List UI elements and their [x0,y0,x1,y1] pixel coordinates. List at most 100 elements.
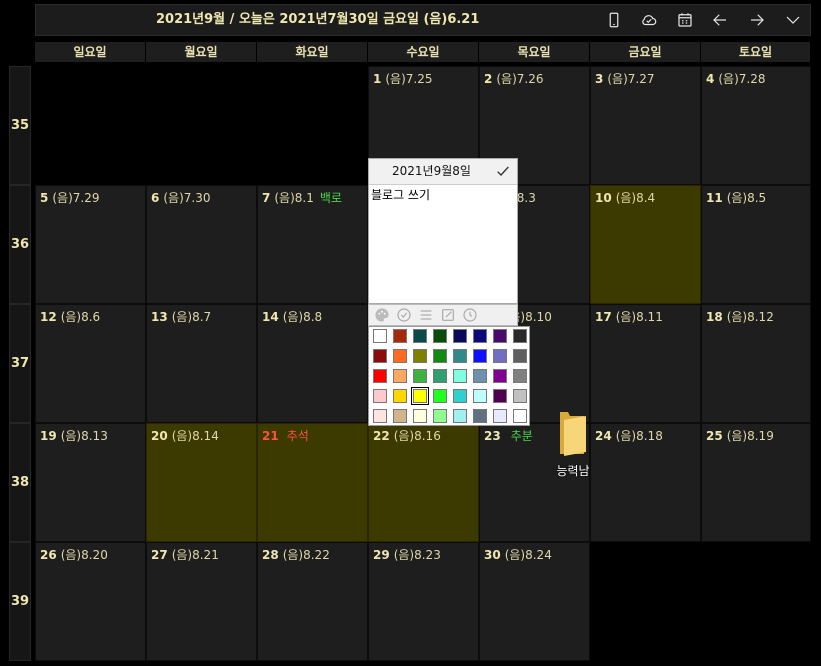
calendar-icon[interactable] [673,8,697,32]
lunar-date: (음)8.24 [504,548,552,562]
day-number: 27 [151,548,168,562]
day-cell[interactable]: 6 (음)7.30 [146,185,257,304]
chevron-down-icon[interactable] [781,8,805,32]
list-icon[interactable] [417,306,435,324]
day-cell[interactable]: 10 (음)8.4 [590,185,701,304]
day-cell[interactable]: 19 (음)8.13 [35,423,146,542]
day-cell[interactable]: 24 (음)8.18 [590,423,701,542]
lunar-date: (음)8.14 [171,429,219,443]
top-bar: 2021년9월 / 오늘은 2021년7월30일 금요일 (음)6.21 [35,4,811,36]
color-swatch[interactable] [493,409,507,423]
color-swatch[interactable] [473,409,487,423]
lunar-date: (음)8.21 [171,548,219,562]
color-swatch[interactable] [373,369,387,383]
color-swatch[interactable] [413,349,427,363]
day-label: 7 (음)8.1 백로 [262,189,342,206]
day-label: 24 (음)8.18 [595,427,663,444]
color-swatch[interactable] [453,349,467,363]
palette-icon[interactable] [373,306,391,324]
day-label: 27 (음)8.21 [151,546,219,563]
color-swatch[interactable] [413,369,427,383]
color-swatch[interactable] [513,349,527,363]
color-swatch[interactable] [493,389,507,403]
day-cell[interactable]: 17 (음)8.11 [590,304,701,423]
color-swatch[interactable] [473,329,487,343]
color-swatch[interactable] [433,349,447,363]
color-swatch[interactable] [433,389,447,403]
arrow-right-icon[interactable] [745,8,769,32]
check-circle-icon[interactable] [395,306,413,324]
day-cell[interactable]: 29 (음)8.23 [368,542,479,661]
day-cell[interactable]: 11 (음)8.5 [701,185,811,304]
color-swatch[interactable] [411,387,429,405]
color-swatch[interactable] [453,329,467,343]
color-swatch[interactable] [453,369,467,383]
color-swatch[interactable] [453,389,467,403]
desktop-folder[interactable]: 능력남 [552,410,594,480]
color-swatch[interactable] [433,329,447,343]
color-swatch[interactable] [413,409,427,423]
day-number: 26 [40,548,57,562]
day-label: 23 추분 [484,427,533,444]
day-cell[interactable]: 18 (음)8.12 [701,304,811,423]
weekday-1: 월요일 [146,42,257,62]
color-swatch[interactable] [473,369,487,383]
day-cell[interactable]: 12 (음)8.6 [35,304,146,423]
color-swatch[interactable] [513,369,527,383]
color-swatch[interactable] [393,369,407,383]
color-swatch[interactable] [513,329,527,343]
color-swatch[interactable] [393,409,407,423]
day-cell[interactable]: 20 (음)8.14 [146,423,257,542]
lunar-date: (음)8.6 [60,310,101,324]
lunar-date: (음)7.27 [607,72,655,86]
day-cell[interactable]: 4 (음)7.28 [701,66,811,185]
color-swatch[interactable] [373,349,387,363]
confirm-check-icon[interactable] [495,163,513,181]
day-cell[interactable]: 14 (음)8.8 [257,304,368,423]
color-swatch[interactable] [433,409,447,423]
edit-icon[interactable] [439,306,457,324]
color-swatch[interactable] [473,349,487,363]
phone-icon[interactable] [602,8,626,32]
day-number: 23 [484,429,501,443]
color-swatch[interactable] [393,329,407,343]
weekday-5: 금요일 [590,42,701,62]
day-cell[interactable]: 30 (음)8.24 [479,542,590,661]
cloud-sync-icon[interactable] [637,8,661,32]
folder-icon [560,412,586,456]
color-swatch[interactable] [453,409,467,423]
color-swatch[interactable] [513,389,527,403]
day-cell[interactable]: 25 (음)8.19 [701,423,811,542]
day-number: 1 [373,72,382,86]
day-cell[interactable]: 21 추석 [257,423,368,542]
day-cell[interactable]: 22 (음)8.16 [368,423,479,542]
color-swatch[interactable] [373,329,387,343]
weekday-4: 목요일 [479,42,590,62]
event-label: 백로 [319,191,342,205]
day-cell[interactable]: 26 (음)8.20 [35,542,146,661]
day-cell[interactable]: 13 (음)8.7 [146,304,257,423]
day-cell[interactable]: 27 (음)8.21 [146,542,257,661]
color-swatch[interactable] [513,409,527,423]
color-swatch[interactable] [393,349,407,363]
day-label: 12 (음)8.6 [40,308,100,325]
day-cell[interactable]: 28 (음)8.22 [257,542,368,661]
day-cell[interactable]: 3 (음)7.27 [590,66,701,185]
color-swatch[interactable] [493,329,507,343]
color-swatch[interactable] [473,389,487,403]
clock-icon[interactable] [461,306,479,324]
day-label: 4 (음)7.28 [706,70,765,87]
day-cell[interactable]: 5 (음)7.29 [35,185,146,304]
color-swatch[interactable] [433,369,447,383]
arrow-left-icon[interactable] [708,8,732,32]
color-swatch[interactable] [413,329,427,343]
color-swatch[interactable] [493,349,507,363]
day-cell[interactable]: 7 (음)8.1 백로 [257,185,368,304]
color-swatch[interactable] [493,369,507,383]
color-swatch[interactable] [393,389,407,403]
color-swatch[interactable] [373,389,387,403]
color-swatch[interactable] [373,409,387,423]
day-number: 22 [373,429,390,443]
lunar-date: (음)8.7 [171,310,212,324]
memo-input[interactable] [371,187,513,201]
